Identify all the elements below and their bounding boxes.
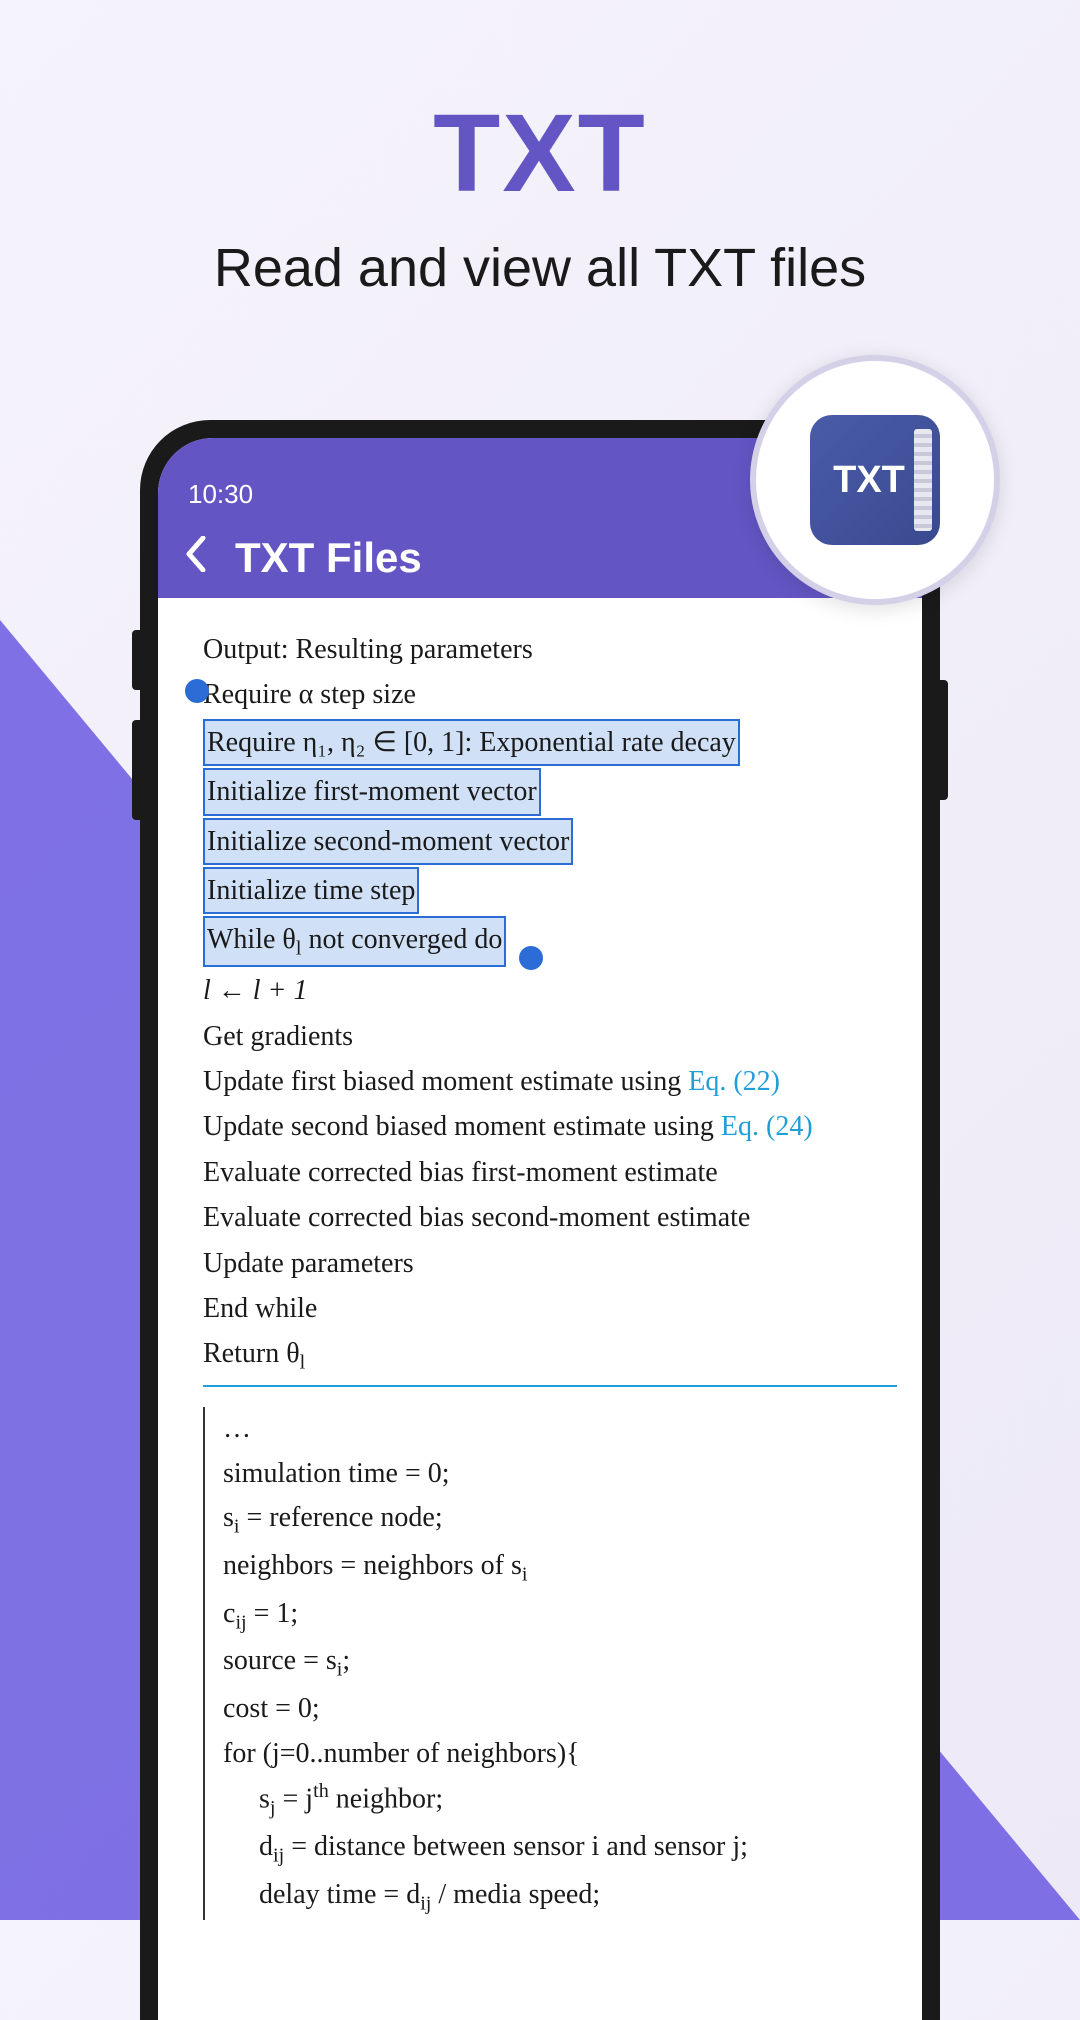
code-line: cij = 1; xyxy=(223,1592,897,1639)
book-spine-icon xyxy=(914,429,932,531)
text-line: Evaluate corrected bias second-moment es… xyxy=(203,1196,897,1239)
text-line-highlighted: While θl not converged do xyxy=(203,916,897,967)
text-line: Update second biased moment estimate usi… xyxy=(203,1105,897,1148)
app-icon-badge: TXT xyxy=(750,355,1000,605)
text-line: Output: Resulting parameters xyxy=(203,628,897,671)
promo-header: TXT Read and view all TXT files xyxy=(0,0,1080,299)
highlighted-text: While θl not converged do xyxy=(203,916,506,967)
code-line: dij = distance between sensor i and sens… xyxy=(223,1825,897,1872)
equation-link[interactable]: Eq. (22) xyxy=(688,1066,780,1097)
code-line: sj = jth neighbor; xyxy=(223,1776,897,1824)
text-line: Return θl xyxy=(203,1332,897,1379)
highlighted-text: Initialize first-moment vector xyxy=(203,768,541,815)
highlighted-text: Initialize time step xyxy=(203,867,419,914)
text-line: l ← l + 1 xyxy=(203,969,897,1012)
promo-title: TXT xyxy=(0,90,1080,217)
text-line-highlighted: Initialize second-moment vector xyxy=(203,818,897,865)
phone-power-button xyxy=(940,680,948,800)
highlighted-text: Require η₁, η₂ ∈ [0, 1]: Exponential rat… xyxy=(203,719,740,766)
code-line: si = reference node; xyxy=(223,1496,897,1543)
code-line: for (j=0..number of neighbors){ xyxy=(223,1732,897,1775)
txt-app-icon: TXT xyxy=(810,415,940,545)
text-line-highlighted: Initialize first-moment vector xyxy=(203,768,897,815)
selection-handle-end[interactable] xyxy=(519,946,543,970)
phone-frame: 10:30 TXT Files Output: Resulting parame… xyxy=(140,420,940,2020)
text-line: Require α step size xyxy=(203,673,897,716)
code-line: source = si; xyxy=(223,1639,897,1686)
text-line: Update first biased moment estimate usin… xyxy=(203,1060,897,1103)
equation-link[interactable]: Eq. (24) xyxy=(721,1111,813,1142)
text-line: Evaluate corrected bias first-moment est… xyxy=(203,1151,897,1194)
chevron-left-icon xyxy=(183,536,207,572)
divider xyxy=(203,1385,897,1387)
code-line: neighbors = neighbors of si xyxy=(223,1544,897,1591)
phone-volume-up xyxy=(132,630,140,690)
code-line: … xyxy=(223,1407,897,1450)
document-content[interactable]: Output: Resulting parameters Require α s… xyxy=(158,598,922,1920)
status-time: 10:30 xyxy=(188,479,253,510)
highlighted-text: Initialize second-moment vector xyxy=(203,818,573,865)
code-line: delay time = dij / media speed; xyxy=(223,1873,897,1920)
phone-volume-down xyxy=(132,720,140,820)
code-line: simulation time = 0; xyxy=(223,1452,897,1495)
text-line-highlighted: Require η₁, η₂ ∈ [0, 1]: Exponential rat… xyxy=(203,719,897,766)
code-block: … simulation time = 0; si = reference no… xyxy=(203,1407,897,1920)
text: Require α step size xyxy=(203,679,416,710)
text-line: Get gradients xyxy=(203,1015,897,1058)
phone-screen: 10:30 TXT Files Output: Resulting parame… xyxy=(158,438,922,2020)
text-line-highlighted: Initialize time step xyxy=(203,867,897,914)
text-line: End while xyxy=(203,1287,897,1330)
promo-subtitle: Read and view all TXT files xyxy=(0,237,1080,299)
code-line: cost = 0; xyxy=(223,1687,897,1730)
text-line: Update parameters xyxy=(203,1242,897,1285)
back-button[interactable] xyxy=(183,533,225,583)
app-icon-label: TXT xyxy=(833,459,905,502)
